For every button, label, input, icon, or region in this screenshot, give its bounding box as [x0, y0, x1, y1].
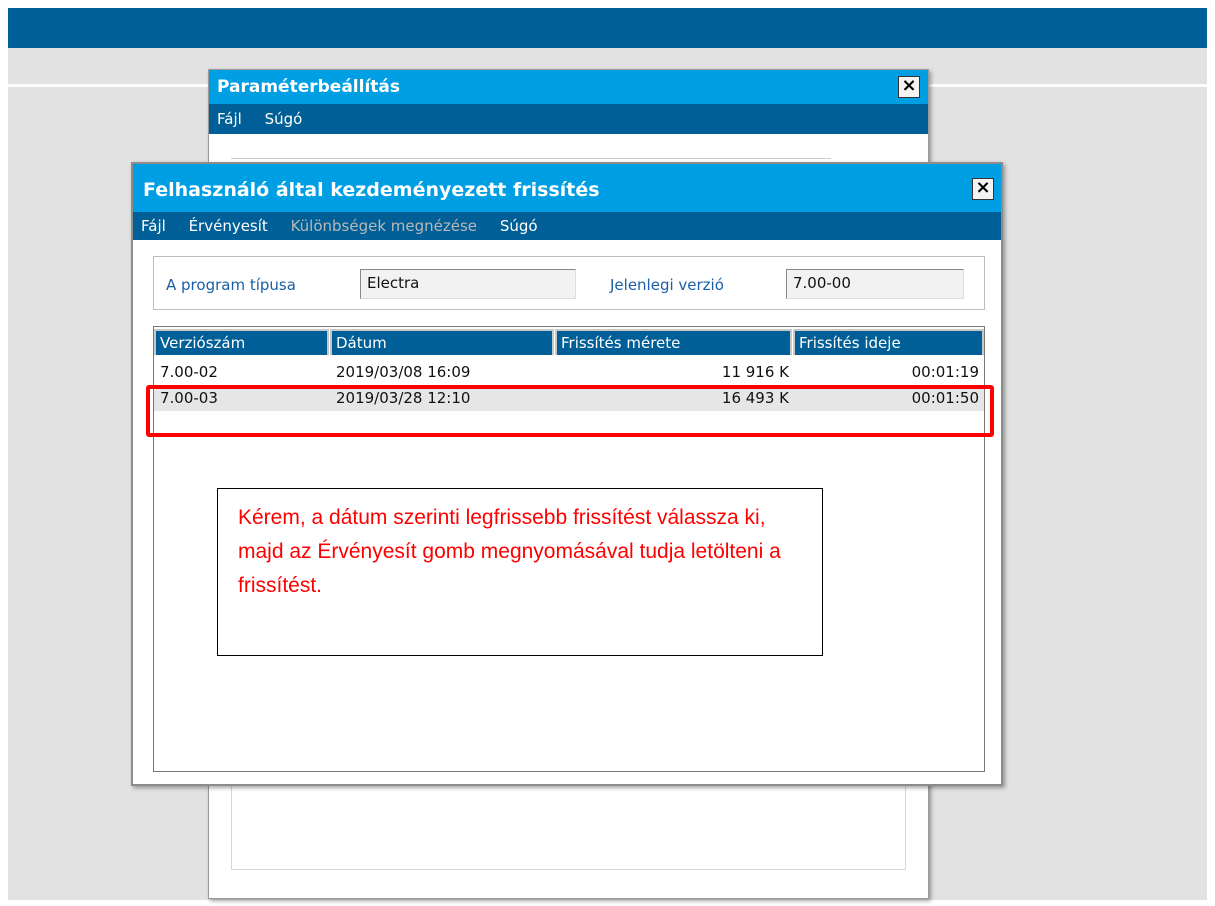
update-dialog: Felhasználó által kezdeményezett frissít…: [131, 162, 1003, 786]
menu-file[interactable]: Fájl: [217, 110, 242, 128]
current-version-label: Jelenlegi verzió: [610, 276, 724, 294]
selection-highlight-frame: [146, 385, 994, 437]
instruction-callout: Kérem, a dátum szerinti legfrissebb fris…: [217, 488, 823, 656]
size-cell: 11 916 K: [721, 363, 789, 381]
program-type-label: A program típusa: [166, 276, 296, 294]
close-button[interactable]: ×: [972, 178, 994, 200]
column-version[interactable]: Verziószám: [154, 329, 329, 355]
program-type-field: Electra: [360, 269, 576, 299]
program-info-group: A program típusa Electra Jelenlegi verzi…: [153, 256, 985, 310]
list-header: Verziószám Dátum Frissítés mérete Frissí…: [154, 327, 984, 355]
column-time[interactable]: Frissítés ideje: [793, 329, 984, 355]
menu-bar: Fájl Érvényesít Különbségek megnézése Sú…: [133, 212, 1001, 240]
top-bar: [8, 8, 1207, 48]
menu-apply[interactable]: Érvényesít: [189, 217, 268, 235]
current-version-field: 7.00-00: [786, 269, 964, 299]
menu-view-differences: Különbségek megnézése: [290, 217, 478, 235]
version-cell: 7.00-02: [160, 363, 218, 381]
menu-file[interactable]: Fájl: [141, 217, 166, 235]
column-date[interactable]: Dátum: [330, 329, 554, 355]
table-row[interactable]: 7.00-02 2019/03/08 16:09 11 916 K 00:01:…: [154, 359, 984, 385]
close-button[interactable]: ×: [898, 76, 920, 98]
time-cell: 00:01:19: [911, 363, 979, 381]
menu-help[interactable]: Súgó: [265, 110, 303, 128]
menu-help[interactable]: Súgó: [500, 217, 538, 235]
dialog-title: Felhasználó által kezdeményezett frissít…: [133, 164, 1001, 212]
window-title: Paraméterbeállítás: [209, 70, 928, 104]
menu-bar: Fájl Súgó: [209, 104, 928, 134]
date-cell: 2019/03/08 16:09: [336, 363, 471, 381]
column-size[interactable]: Frissítés mérete: [555, 329, 792, 355]
